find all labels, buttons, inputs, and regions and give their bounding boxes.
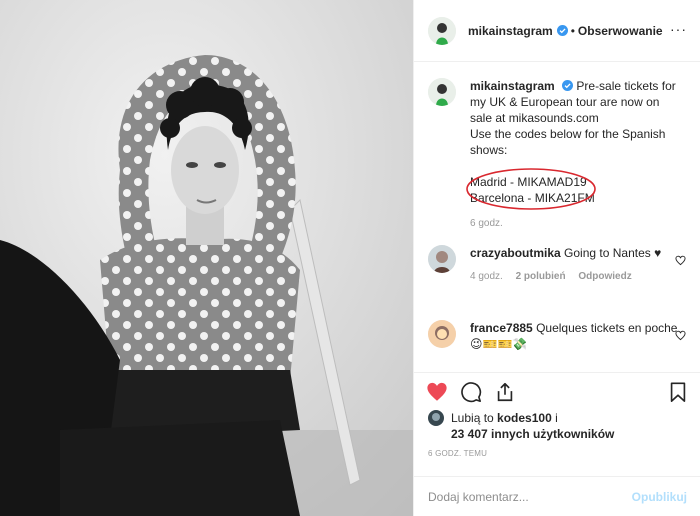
caption-meta: 6 godz. xyxy=(470,218,690,229)
commenter-avatar[interactable] xyxy=(428,245,456,273)
post-caption: mikainstagram Pre-sale tickets for my UK… xyxy=(428,78,690,229)
post-header: mikainstagram • Obserwowanie ··· xyxy=(414,0,700,62)
promo-codes: Madrid - MIKAMAD19 Barcelona - MIKA21FM xyxy=(466,168,596,210)
caption-avatar[interactable] xyxy=(428,78,456,106)
caption-text: mikainstagram Pre-sale tickets for my UK… xyxy=(466,78,690,210)
verified-badge-icon xyxy=(562,80,574,91)
comment-text: Going to Nantes ♥ xyxy=(564,246,662,260)
add-comment-input[interactable] xyxy=(428,489,608,504)
like-comment-heart-icon[interactable] xyxy=(675,255,686,266)
save-bookmark-icon[interactable] xyxy=(667,381,689,403)
author-avatar-image xyxy=(428,16,456,45)
comment-item: crazyaboutmika Going to Nantes ♥ 4 godz.… xyxy=(428,245,690,282)
post-timestamp[interactable]: 6 GODZ. TEMU xyxy=(428,449,487,458)
likes-connector: i xyxy=(555,411,558,425)
author-username[interactable]: mikainstagram xyxy=(468,24,553,38)
commenter-avatar[interactable] xyxy=(428,320,456,348)
caption-line: Use the codes below for the Spanish xyxy=(470,127,666,141)
likes-line-2: 23 407 innych użytkowników xyxy=(451,427,614,441)
commenter-avatar-image xyxy=(428,245,456,273)
caption-avatar-image xyxy=(428,78,456,106)
caption-line: shows: xyxy=(470,143,508,157)
commenter-avatar-image xyxy=(428,320,456,348)
comment-bubble-icon[interactable] xyxy=(460,381,482,403)
commenter-username[interactable]: france7885 xyxy=(470,321,533,335)
post-photo-image xyxy=(0,0,413,516)
caption-line: sale at mikasounds.com xyxy=(470,111,599,125)
likes-prefix: Lubią to xyxy=(451,411,494,425)
comment-likes-count[interactable]: 2 polubień xyxy=(516,271,566,282)
add-comment-bar: Opublikuj xyxy=(414,476,700,516)
caption-time[interactable]: 6 godz. xyxy=(470,218,503,229)
reply-button[interactable]: Odpowiedz xyxy=(578,271,631,282)
author-avatar[interactable] xyxy=(428,16,456,45)
verified-badge-icon xyxy=(556,25,568,36)
liker-avatar[interactable] xyxy=(428,410,444,426)
promo-code-madrid: Madrid - MIKAMAD19 xyxy=(470,175,587,189)
caption-line: my UK & European tour are now on xyxy=(470,95,660,109)
comment-body: france7885 Quelques tickets en poche 😉🎫🎫… xyxy=(470,320,690,352)
like-comment-heart-icon[interactable] xyxy=(675,330,686,341)
header-separator: • xyxy=(570,23,575,38)
commenter-username[interactable]: crazyaboutmika xyxy=(470,246,561,260)
like-heart-icon[interactable] xyxy=(426,381,448,403)
post-actions-bar xyxy=(414,372,700,406)
comment-time[interactable]: 4 godz. xyxy=(470,271,503,282)
share-icon[interactable] xyxy=(494,381,516,403)
liker-avatar-image xyxy=(428,410,444,426)
publish-button[interactable]: Opublikuj xyxy=(632,490,687,504)
comment-meta: 4 godz. 2 polubień Odpowiedz xyxy=(470,271,690,282)
caption-line: Pre-sale tickets for xyxy=(576,79,676,93)
caption-username[interactable]: mikainstagram xyxy=(470,79,555,93)
likes-line-1: Lubią to kodes100 i xyxy=(451,411,558,425)
instagram-post: mikainstagram • Obserwowanie ··· mikains… xyxy=(0,0,700,516)
post-side-panel: mikainstagram • Obserwowanie ··· mikains… xyxy=(413,0,700,516)
comment-item: france7885 Quelques tickets en poche 😉🎫🎫… xyxy=(428,320,690,352)
promo-code-barcelona: Barcelona - MIKA21FM xyxy=(470,191,595,205)
comment-body: crazyaboutmika Going to Nantes ♥ xyxy=(470,245,690,261)
post-photo[interactable] xyxy=(0,0,413,516)
comments-list[interactable]: mikainstagram Pre-sale tickets for my UK… xyxy=(414,62,700,372)
other-likers-link[interactable]: 23 407 innych użytkowników xyxy=(451,427,614,441)
more-options-button[interactable]: ··· xyxy=(670,22,687,36)
following-button[interactable]: Obserwowanie xyxy=(578,24,663,38)
first-liker-username[interactable]: kodes100 xyxy=(497,411,552,425)
